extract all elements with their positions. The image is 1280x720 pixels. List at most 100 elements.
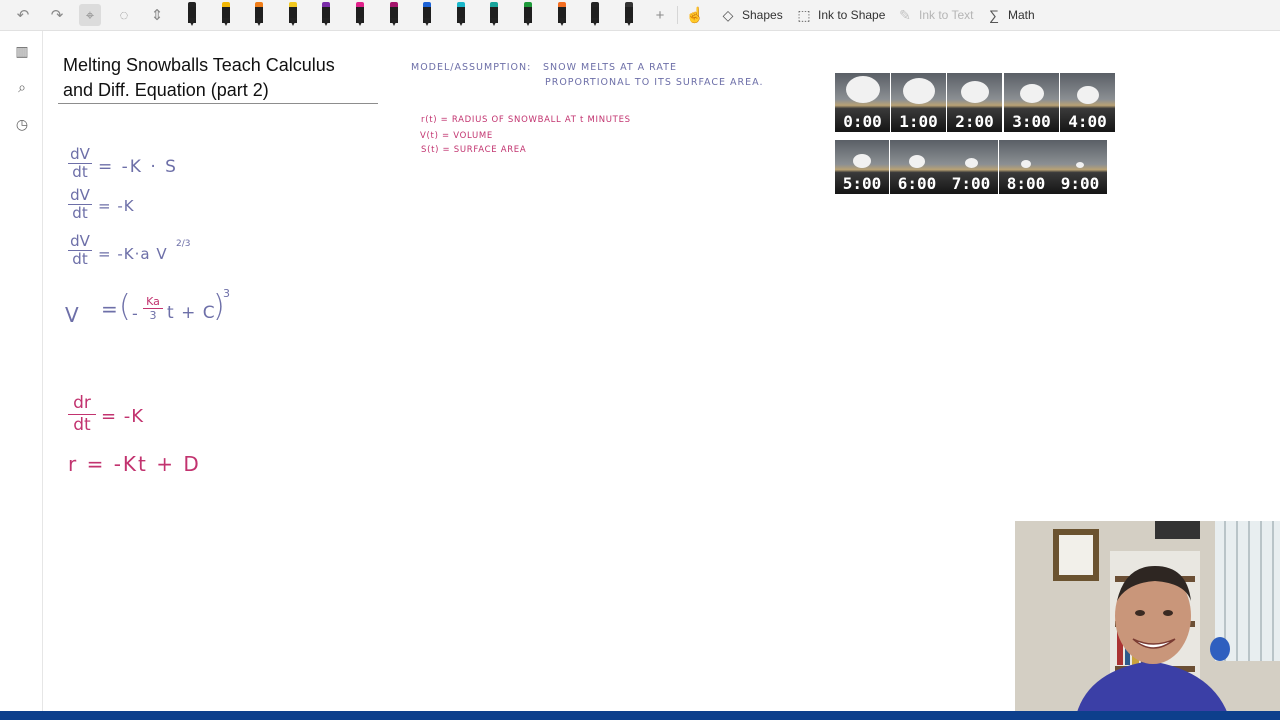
presenter-video-frame xyxy=(1015,521,1280,720)
frame-timestamp: 0:00 xyxy=(843,112,882,131)
pen-5-icon[interactable] xyxy=(319,2,333,28)
left-nav-rail: ▥ ⌕ ◷ xyxy=(0,31,43,711)
notebooks-icon[interactable]: ▥ xyxy=(12,41,32,61)
pen-9-icon[interactable] xyxy=(454,2,468,28)
eq4-exponent: 3 xyxy=(223,287,230,300)
window-bottom-edge xyxy=(0,711,1280,720)
page-title[interactable]: Melting Snowballs Teach Calculus and Dif… xyxy=(63,53,378,103)
snowball-shape xyxy=(1076,162,1084,168)
snowball-shape xyxy=(1021,160,1031,168)
ink-to-text-button[interactable]: ✎ Ink to Text xyxy=(897,5,973,25)
shapes-icon: ◇ xyxy=(722,6,734,23)
snowball-frame: 9:00 xyxy=(1053,140,1107,194)
page-title-line2: and Diff. Equation (part 2) xyxy=(63,80,269,100)
snowball-frame: 4:00 xyxy=(1060,73,1115,132)
frame-timestamp: 9:00 xyxy=(1060,174,1100,193)
eq5-numerator: dr xyxy=(68,393,96,415)
touch-draw-icon[interactable]: ☝ xyxy=(684,4,706,26)
eq4-equals: = xyxy=(101,297,118,321)
lasso-select-icon[interactable]: ⌖ xyxy=(79,4,101,26)
ink-to-text-icon: ✎ xyxy=(899,6,911,23)
eq1-fraction: dV dt xyxy=(68,146,92,181)
snowball-frame: 5:00 xyxy=(835,140,889,194)
ink-to-text-label: Ink to Text xyxy=(919,8,974,22)
frame-timestamp: 5:00 xyxy=(842,174,882,193)
model-line2: PROPORTIONAL TO ITS SURFACE AREA. xyxy=(545,77,764,88)
pen-10-icon[interactable] xyxy=(487,2,501,28)
snowball-shape xyxy=(909,155,925,168)
definition-surface-area: S(t) = SURFACE AREA xyxy=(421,145,527,155)
math-label: Math xyxy=(1008,8,1035,22)
ink-to-shape-icon: ⬚ xyxy=(797,6,811,23)
snowball-frame: 2:00 xyxy=(947,73,1002,132)
snowball-frame: 3:00 xyxy=(1004,73,1059,132)
ink-toolbar: ↶ ↷ ⌖ ◌ ⇕ + ☝ ◇ Shapes ⬚ Ink to Shape ✎ … xyxy=(0,0,1280,31)
model-line1: SNOW MELTS AT A RATE xyxy=(543,62,677,73)
eq4-fraction: Ka 3 xyxy=(143,295,163,322)
eq4-minus: - xyxy=(132,304,138,323)
pen-13-icon[interactable] xyxy=(588,2,602,28)
add-space-icon[interactable]: ⇕ xyxy=(146,4,168,26)
frame-timestamp: 1:00 xyxy=(899,112,938,131)
eq1-denominator: dt xyxy=(72,163,88,181)
page-title-line1: Melting Snowballs Teach Calculus xyxy=(63,55,335,75)
lasso-icon[interactable]: ◌ xyxy=(113,4,135,26)
snowball-shape xyxy=(965,158,978,168)
eq4-frac-numerator: Ka xyxy=(143,295,163,309)
eq3-fraction: dV dt xyxy=(68,233,92,268)
pen-3-icon[interactable] xyxy=(252,2,266,28)
eq5-fraction: dr dt xyxy=(68,393,96,436)
eq4-frac-denominator: 3 xyxy=(149,309,157,322)
pen-7-icon[interactable] xyxy=(387,2,401,28)
undo-icon[interactable]: ↶ xyxy=(12,4,34,26)
pen-8-icon[interactable] xyxy=(420,2,434,28)
pen-11-icon[interactable] xyxy=(521,2,535,28)
pen-4-icon[interactable] xyxy=(286,2,300,28)
eq4-lhs: V xyxy=(65,303,79,327)
eq3-exponent: 2/3 xyxy=(176,239,191,249)
snowball-frame: 0:00 xyxy=(835,73,890,132)
eq5-rhs: = -K xyxy=(101,406,145,427)
pen-12-icon[interactable] xyxy=(555,2,569,28)
eq3-denominator: dt xyxy=(72,250,88,268)
eq1-rhs: = -K · S xyxy=(98,157,178,177)
recent-icon[interactable]: ◷ xyxy=(12,114,32,134)
pen-1-icon[interactable] xyxy=(185,2,199,28)
shapes-label: Shapes xyxy=(742,8,783,22)
frame-timestamp: 2:00 xyxy=(955,112,994,131)
frame-timestamp: 6:00 xyxy=(897,174,937,193)
snowball-shape xyxy=(1020,84,1044,103)
snowball-shape xyxy=(961,81,989,103)
snowball-shape xyxy=(853,154,871,168)
eq5-denominator: dt xyxy=(73,415,91,435)
snowball-frame: 1:00 xyxy=(891,73,946,132)
definition-radius: r(t) = RADIUS OF SNOWBALL AT t MINUTES xyxy=(421,115,631,125)
ink-to-shape-button[interactable]: ⬚ Ink to Shape xyxy=(796,5,885,25)
snowball-frame: 6:00 xyxy=(890,140,944,194)
pen-14-icon[interactable] xyxy=(622,2,636,28)
shapes-button[interactable]: ◇ Shapes xyxy=(720,5,783,25)
definition-volume: V(t) = VOLUME xyxy=(420,131,493,141)
presenter-webcam xyxy=(1015,521,1280,720)
frame-timestamp: 8:00 xyxy=(1006,174,1046,193)
ink-to-shape-label: Ink to Shape xyxy=(818,8,886,22)
frame-timestamp: 7:00 xyxy=(951,174,991,193)
eq2-numerator: dV xyxy=(68,187,92,205)
redo-icon[interactable]: ↷ xyxy=(46,4,68,26)
eq3-rhs: = -K·a V xyxy=(98,245,168,263)
frame-timestamp: 3:00 xyxy=(1012,112,1051,131)
eq6: r = -Kt + D xyxy=(68,452,201,476)
snowball-shape xyxy=(846,76,880,103)
snowball-shape xyxy=(903,78,935,104)
pen-6-icon[interactable] xyxy=(353,2,367,28)
math-button[interactable]: ∑ Math xyxy=(986,5,1035,25)
search-icon[interactable]: ⌕ xyxy=(12,77,32,97)
snowball-frame: 8:00 xyxy=(999,140,1053,194)
pen-2-icon[interactable] xyxy=(219,2,233,28)
eq3-numerator: dV xyxy=(68,233,92,251)
eq4-tail: t + C xyxy=(167,303,216,323)
eq2-denominator: dt xyxy=(72,204,88,222)
add-pen-icon[interactable]: + xyxy=(649,4,671,26)
eq2-fraction: dV dt xyxy=(68,187,92,222)
eq1-numerator: dV xyxy=(68,146,92,164)
